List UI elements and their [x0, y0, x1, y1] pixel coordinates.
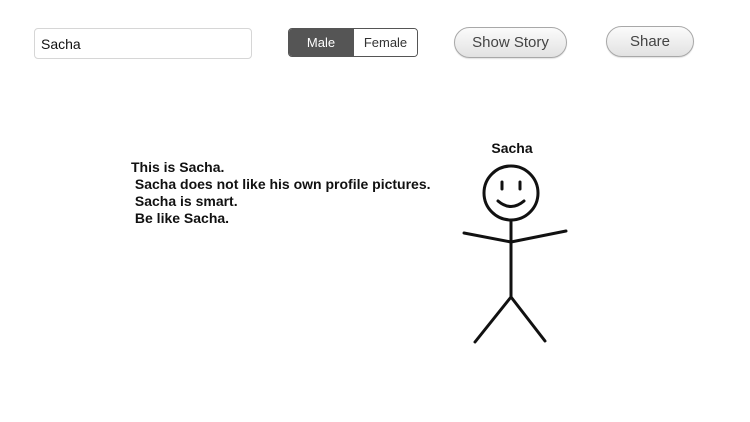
smile-icon: [496, 199, 526, 208]
right-leg-line: [509, 295, 547, 343]
left-leg-line: [473, 295, 513, 344]
figure-name-label: Sacha: [491, 140, 533, 156]
gender-segmented-control: Male Female: [288, 28, 418, 57]
gender-option-female[interactable]: Female: [353, 29, 417, 56]
stick-figure-icon: [462, 164, 568, 344]
share-button[interactable]: Share: [606, 26, 694, 57]
show-story-button[interactable]: Show Story: [454, 27, 567, 58]
story-line: Sacha does not like his own profile pict…: [131, 176, 431, 192]
right-arm-line: [509, 229, 568, 244]
story-line: Sacha is smart.: [131, 193, 238, 209]
head-icon: [482, 164, 540, 222]
story-line: Be like Sacha.: [131, 210, 230, 226]
name-input[interactable]: [34, 28, 252, 59]
gender-option-male[interactable]: Male: [289, 29, 353, 56]
story-line: This is Sacha.: [131, 159, 225, 175]
story-text: This is Sacha. Sacha does not like his o…: [131, 159, 431, 227]
left-arm-line: [462, 231, 513, 244]
